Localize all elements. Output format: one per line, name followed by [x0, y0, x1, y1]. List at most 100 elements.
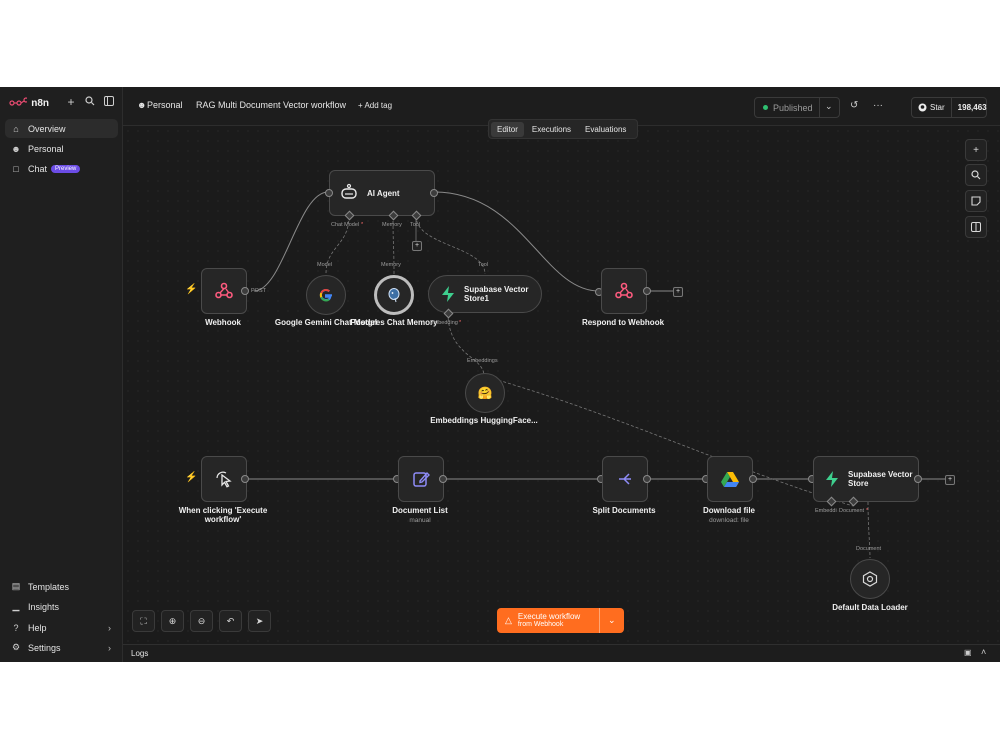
- output-handle[interactable]: [643, 475, 651, 483]
- popout-icon[interactable]: ▣: [964, 648, 972, 657]
- execute-label: Execute workflow: [517, 612, 581, 621]
- node-default-data-loader[interactable]: [850, 559, 890, 599]
- postgres-icon: [388, 288, 400, 303]
- node-title: Default Data Loader: [832, 603, 908, 612]
- add-tool-button[interactable]: +: [412, 241, 422, 251]
- user-icon: ☻: [137, 100, 147, 110]
- output-handle[interactable]: [241, 475, 249, 483]
- brand-name: n8n: [31, 97, 49, 109]
- sidebar-item-chat[interactable]: □ Chat Preview: [5, 159, 118, 178]
- node-title: Document List: [392, 506, 448, 515]
- output-handle[interactable]: [439, 475, 447, 483]
- sidebar-item-personal[interactable]: ☻ Personal: [5, 139, 118, 158]
- tab-evaluations[interactable]: Evaluations: [579, 122, 632, 137]
- history-icon[interactable]: ↺: [850, 100, 858, 111]
- chevron-down-icon[interactable]: ⌄: [825, 101, 833, 112]
- add-tag-button[interactable]: + Add tag: [358, 101, 392, 110]
- execute-main[interactable]: △ Execute workflow from Webhook: [497, 612, 599, 629]
- google-icon: [319, 288, 332, 302]
- logs-panel[interactable]: Logs ▣ ˄: [123, 644, 1000, 662]
- required-marker: *: [866, 508, 869, 514]
- port-label: Embedding: [430, 320, 458, 326]
- node-respond-to-webhook[interactable]: [601, 268, 647, 314]
- panel-toggle-icon[interactable]: [965, 216, 987, 238]
- loader-icon: [862, 571, 878, 587]
- split-icon: [619, 473, 631, 485]
- google-drive-icon: [721, 472, 739, 487]
- breadcrumb-project[interactable]: Personal: [147, 100, 183, 110]
- sidebar-item-overview[interactable]: ⌂ Overview: [5, 119, 118, 138]
- preview-badge: Preview: [51, 164, 81, 173]
- chevron-down-icon[interactable]: ⌄: [600, 615, 624, 626]
- port-label: Model: [317, 262, 332, 268]
- sidebar-item-settings[interactable]: ⚙ Settings ›: [5, 638, 118, 657]
- node-supabase-vector-store[interactable]: Supabase Vector Store: [813, 456, 919, 502]
- publish-status-button[interactable]: Published ⌄: [754, 97, 840, 118]
- node-postgres-memory[interactable]: [374, 275, 414, 315]
- port-label: Embeddi: [815, 508, 837, 514]
- status-dot: [763, 105, 768, 110]
- node-embeddings-huggingface[interactable]: 🤗: [465, 373, 505, 413]
- node-title: Respond to Webhook: [581, 318, 665, 327]
- undo-icon[interactable]: ↶: [219, 610, 242, 632]
- zoom-out-icon[interactable]: ⊖: [190, 610, 213, 632]
- port-label: Document: [839, 508, 865, 514]
- sticky-note-icon[interactable]: [965, 190, 987, 212]
- node-document-list[interactable]: [398, 456, 444, 502]
- node-title: Supabase Vector Store: [848, 470, 913, 488]
- github-icon: [918, 103, 927, 112]
- github-star-button[interactable]: Star 198,463: [911, 97, 987, 118]
- workflow-name[interactable]: RAG Multi Document Vector workflow: [196, 100, 346, 110]
- node-title: Split Documents: [592, 506, 656, 515]
- cursor-click-icon: [216, 471, 232, 488]
- input-handle[interactable]: [325, 189, 333, 197]
- execute-sublabel: from Webhook: [517, 621, 564, 628]
- output-handle[interactable]: [749, 475, 757, 483]
- output-handle[interactable]: [430, 189, 438, 197]
- sidebar-item-help[interactable]: ? Help ›: [5, 618, 118, 637]
- trigger-bolt-icon: ⚡: [185, 284, 198, 295]
- collapse-sidebar-icon[interactable]: [102, 95, 116, 109]
- webhook-icon: [615, 282, 633, 299]
- node-gemini[interactable]: [306, 275, 346, 315]
- search-icon[interactable]: [83, 95, 97, 109]
- node-ai-agent[interactable]: AI Agent: [329, 170, 435, 216]
- node-supabase-vector-store1[interactable]: Supabase Vector Store1: [428, 275, 542, 313]
- sidebar-item-insights[interactable]: ▁ Insights: [5, 597, 118, 616]
- zoom-in-icon[interactable]: ⊕: [161, 610, 184, 632]
- node-download-file[interactable]: [707, 456, 753, 502]
- workflow-canvas[interactable]: AI Agent Chat Model * Memory Tool + ⚡ PO…: [123, 126, 1000, 644]
- node-title: AI Agent: [367, 188, 400, 198]
- add-node-toolbar-button[interactable]: +: [965, 139, 987, 161]
- tab-editor[interactable]: Editor: [491, 121, 524, 137]
- add-node-button[interactable]: +: [673, 287, 683, 297]
- sidebar-item-label: Help: [28, 622, 47, 633]
- view-tabs: Editor Executions Evaluations: [488, 119, 638, 139]
- search-icon[interactable]: [965, 164, 987, 186]
- node-split-documents[interactable]: [602, 456, 648, 502]
- chevron-up-icon[interactable]: ˄: [981, 647, 986, 657]
- sidebar-item-label: Chat: [28, 163, 48, 174]
- output-handle[interactable]: [643, 287, 651, 295]
- n8n-logo[interactable]: n8n: [9, 96, 49, 110]
- sidebar-item-label: Settings: [28, 642, 61, 653]
- user-icon: ☻: [11, 143, 21, 154]
- insights-icon: ▁: [12, 601, 20, 611]
- help-icon: ?: [13, 622, 19, 633]
- more-icon[interactable]: ···: [873, 100, 883, 111]
- sidebar-item-templates[interactable]: ▤ Templates: [5, 577, 118, 596]
- tidy-up-icon[interactable]: ➤: [248, 610, 271, 632]
- edit-icon: [413, 471, 430, 487]
- output-handle[interactable]: [914, 475, 922, 483]
- tab-executions[interactable]: Executions: [526, 122, 577, 137]
- sidebar-item-label: Personal: [28, 143, 64, 154]
- add-icon[interactable]: +: [64, 95, 78, 109]
- fit-view-icon[interactable]: ⛶: [132, 610, 155, 632]
- chat-icon: □: [13, 163, 19, 174]
- port-label: Chat Model: [331, 222, 360, 228]
- output-handle[interactable]: [241, 287, 249, 295]
- node-title: Webhook: [205, 318, 241, 327]
- add-node-button[interactable]: +: [945, 475, 955, 485]
- execute-workflow-button[interactable]: △ Execute workflow from Webhook ⌄: [497, 608, 624, 633]
- sidebar: n8n + ⌂ Overview ☻ Personal □ Chat Previ…: [0, 87, 123, 662]
